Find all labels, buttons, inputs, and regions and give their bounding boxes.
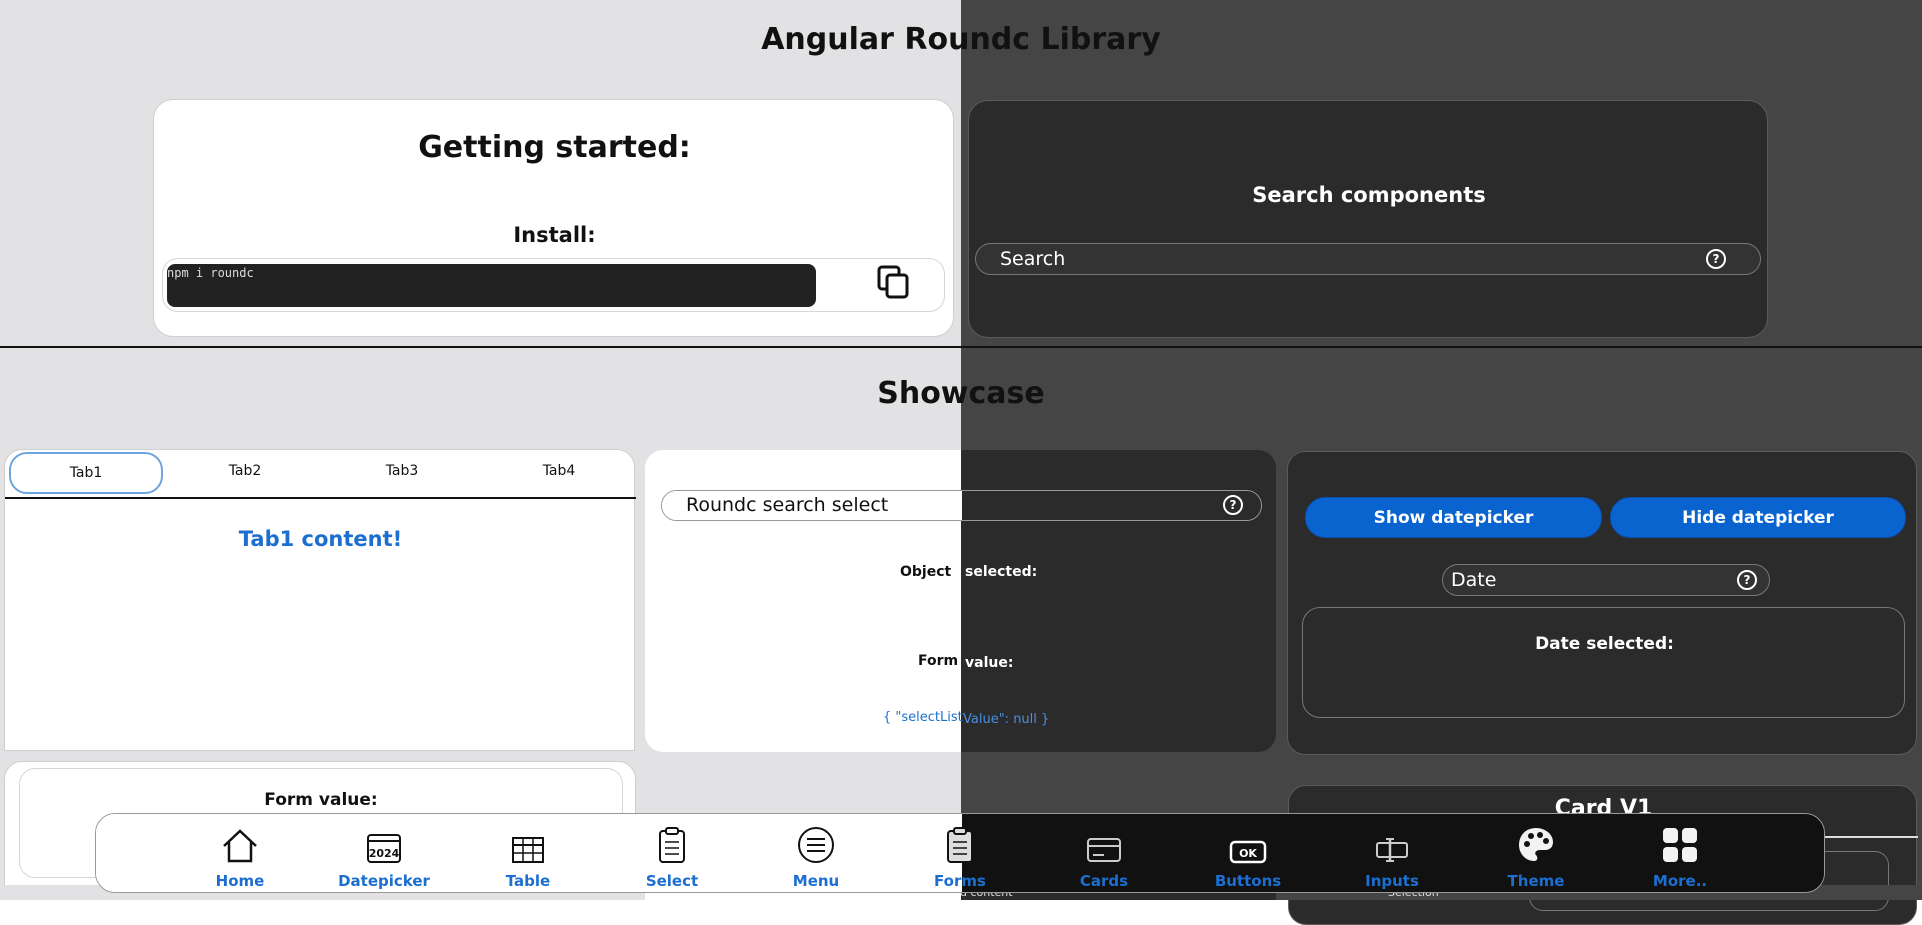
help-icon[interactable]: ? — [1706, 249, 1726, 269]
svg-text:2024: 2024 — [369, 847, 400, 860]
copy-icon[interactable] — [875, 264, 911, 300]
show-datepicker-button[interactable]: Show datepicker — [1305, 497, 1602, 538]
getting-started-card: Getting started: Install: npm i roundc — [153, 99, 954, 337]
tab-3[interactable]: Tab3 — [327, 452, 477, 490]
tab-4[interactable]: Tab4 — [484, 452, 634, 490]
tab-content: Tab1 content! — [238, 527, 403, 551]
nav-select[interactable]: Select — [612, 814, 732, 892]
install-label: Install: — [513, 223, 596, 247]
nav-buttons[interactable]: OK Buttons — [1188, 814, 1308, 892]
tabs-demo-card: Tab1 Tab2 Tab3 Tab4 Tab1 content! — [4, 449, 636, 751]
install-command-box: npm i roundc — [162, 258, 945, 312]
showcase-title: Showcase — [877, 376, 1045, 411]
search-components-title: Search components — [1252, 183, 1486, 207]
select-demo-card: Roundc search select ? Object selected: … — [645, 450, 1276, 752]
nav-theme[interactable]: Theme — [1476, 814, 1596, 892]
nav-cards[interactable]: Cards — [1044, 814, 1164, 892]
ok-button-icon: OK — [1218, 820, 1278, 864]
table-icon — [498, 820, 558, 864]
form-clipboard-icon — [930, 820, 990, 864]
section-divider — [0, 346, 1922, 348]
menu-icon — [786, 820, 846, 864]
nav-inputs[interactable]: Inputs — [1332, 814, 1452, 892]
form-json-left: { "selectList — [883, 710, 963, 725]
form-value-label: Form value: — [264, 790, 378, 810]
tab-bar: Tab1 Tab2 Tab3 Tab4 — [5, 452, 636, 496]
nav-home[interactable]: Home — [180, 814, 300, 892]
help-icon[interactable]: ? — [1223, 495, 1243, 515]
getting-started-title: Getting started: — [418, 130, 691, 165]
tab-2[interactable]: Tab2 — [170, 452, 320, 490]
calendar-icon: 2024 — [354, 820, 414, 864]
clipboard-icon — [642, 820, 702, 864]
grid-icon — [1650, 820, 1710, 864]
bottom-nav-bar: Home 2024 Datepicker Table Select Menu F… — [95, 813, 1825, 893]
form-json-right: Value": null } — [963, 712, 1050, 727]
nav-more[interactable]: More.. — [1620, 814, 1740, 892]
date-selected-box: Date selected: — [1302, 607, 1905, 718]
install-command-field[interactable]: npm i roundc — [167, 264, 816, 307]
object-selected-label-right: selected: — [965, 564, 1038, 580]
page-title: Angular Roundc Library — [761, 22, 1161, 57]
search-select-input[interactable]: Roundc search select ? — [661, 490, 1262, 521]
nav-table[interactable]: Table — [468, 814, 588, 892]
svg-text:OK: OK — [1239, 847, 1257, 860]
help-icon[interactable]: ? — [1737, 570, 1757, 590]
hide-datepicker-button[interactable]: Hide datepicker — [1610, 497, 1906, 538]
nav-forms[interactable]: Forms — [900, 814, 1020, 892]
nav-menu[interactable]: Menu — [756, 814, 876, 892]
input-icon — [1362, 820, 1422, 864]
tab-1[interactable]: Tab1 — [9, 452, 163, 494]
tab-underline — [5, 497, 636, 499]
card-icon — [1074, 820, 1134, 864]
form-value-label-left: Form — [918, 653, 959, 669]
search-components-card: Search components Search ? — [968, 100, 1768, 338]
form-value-label-right: value: — [965, 655, 1014, 671]
nav-datepicker[interactable]: 2024 Datepicker — [324, 814, 444, 892]
object-selected-label-left: Object — [900, 564, 952, 580]
palette-icon — [1506, 820, 1566, 864]
datepicker-demo-card: Show datepicker Hide datepicker Date ? D… — [1287, 451, 1917, 755]
date-input[interactable]: Date ? — [1442, 564, 1770, 596]
search-input[interactable]: Search ? — [975, 243, 1761, 275]
home-icon — [210, 820, 270, 864]
